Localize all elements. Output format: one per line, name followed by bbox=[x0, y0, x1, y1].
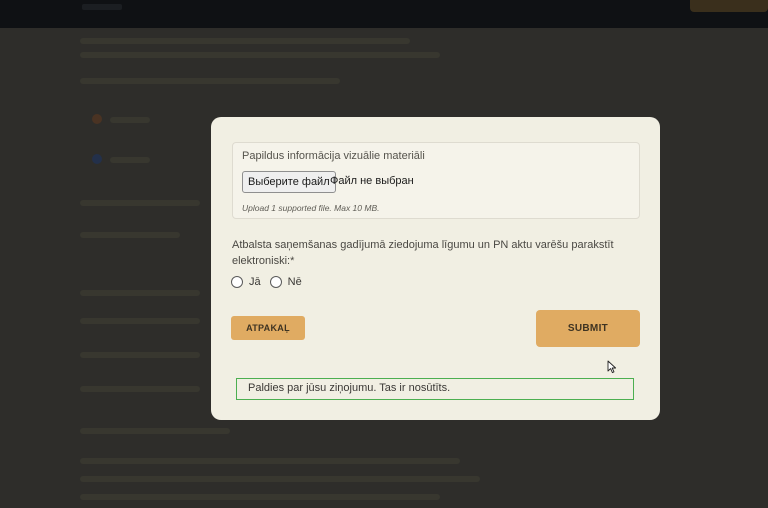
page: Papildus informācija vizuālie materiāli … bbox=[0, 0, 768, 508]
file-status-text: Файл не выбран bbox=[330, 175, 414, 187]
site-header bbox=[0, 0, 768, 28]
form-modal: Papildus informācija vizuālie materiāli … bbox=[211, 117, 660, 420]
header-cta bbox=[690, 0, 768, 12]
mouse-cursor-icon bbox=[607, 360, 617, 374]
submit-button[interactable]: SUBMIT bbox=[536, 310, 640, 347]
radio-option-yes[interactable]: Jā bbox=[231, 276, 261, 288]
upload-hint: Upload 1 supported file. Max 10 MB. bbox=[242, 203, 380, 213]
electronic-signing-question: Atbalsta saņemšanas gadījumā ziedojuma l… bbox=[232, 239, 614, 267]
back-button[interactable]: ATPAKAĻ bbox=[231, 316, 305, 340]
radio-option-no[interactable]: Nē bbox=[269, 276, 302, 288]
radio-yes-circle[interactable] bbox=[231, 276, 243, 288]
upload-field-label: Papildus informācija vizuālie materiāli bbox=[242, 150, 425, 162]
site-logo bbox=[82, 4, 122, 10]
file-upload-field: Papildus informācija vizuālie materiāli … bbox=[232, 142, 640, 219]
radio-no-circle[interactable] bbox=[269, 276, 282, 288]
success-message: Paldies par jūsu ziņojumu. Tas ir nosūtī… bbox=[236, 378, 634, 400]
signing-radio-group: Jā Nē bbox=[231, 276, 311, 288]
radio-yes-label: Jā bbox=[249, 276, 261, 288]
radio-no-label: Nē bbox=[287, 276, 302, 288]
choose-file-button[interactable]: Выберите файл bbox=[242, 171, 336, 193]
